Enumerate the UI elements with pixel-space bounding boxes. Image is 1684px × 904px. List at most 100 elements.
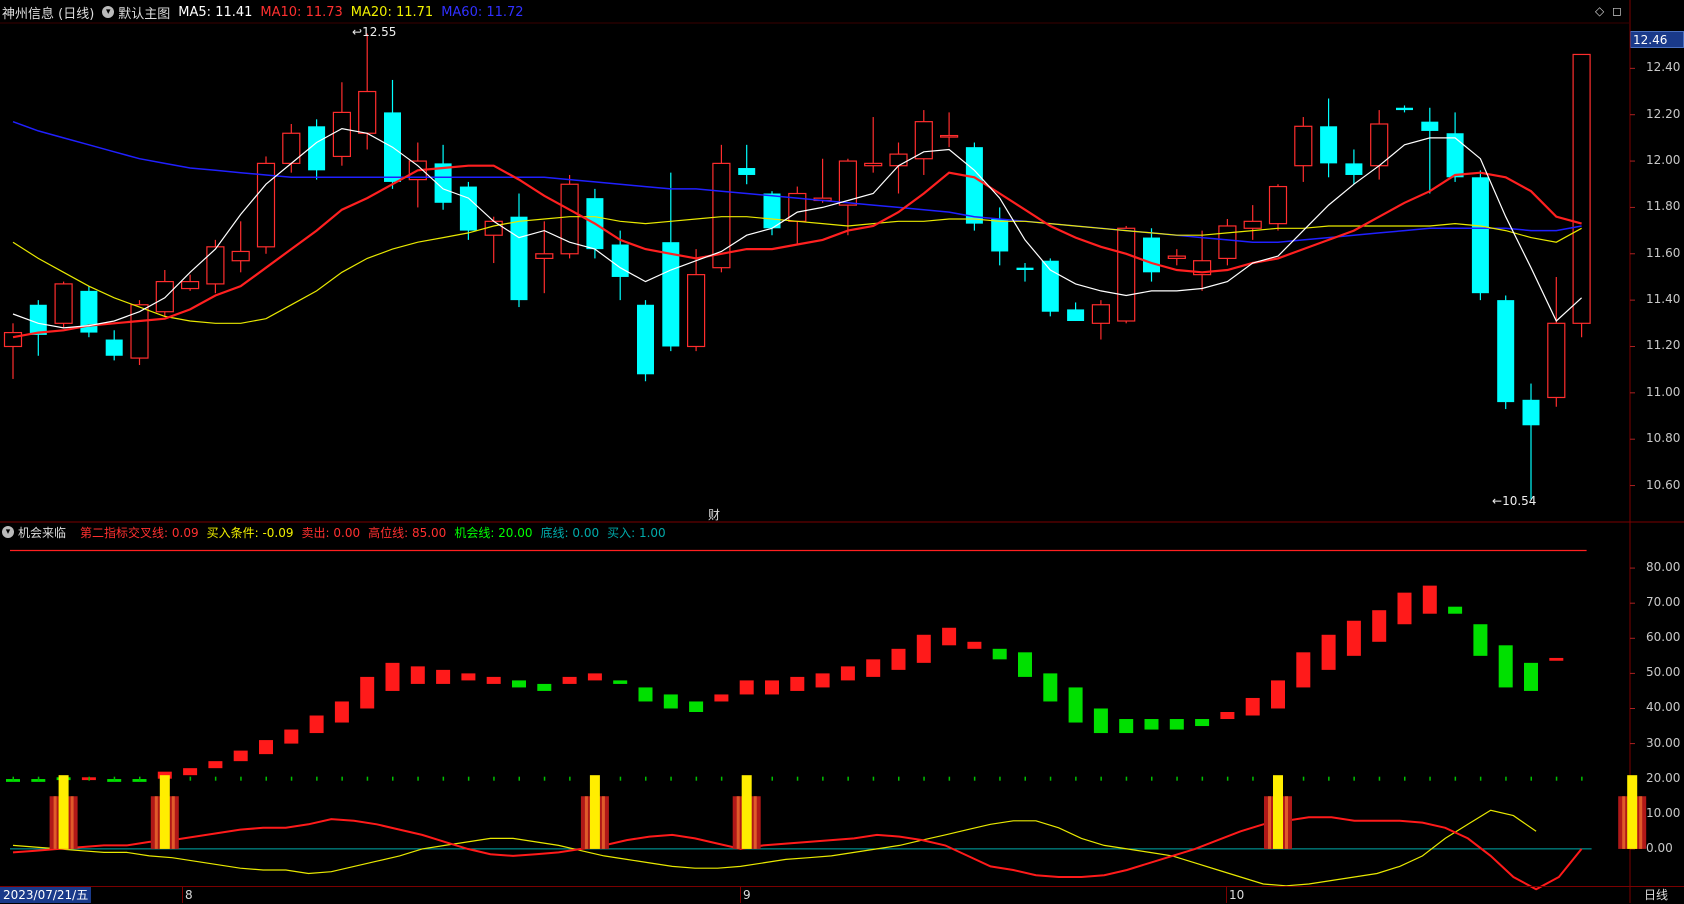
chance-line-dot	[366, 776, 369, 781]
low-marker-arrow: ←	[1492, 494, 1503, 508]
candle-body-up	[1268, 185, 1288, 225]
candle-body-up	[1091, 304, 1111, 324]
buy-signal-bar	[1273, 775, 1283, 849]
chart-canvas[interactable]	[0, 0, 1684, 903]
indicator-bar	[1119, 719, 1134, 734]
buy-signals	[49, 775, 1647, 849]
candle-body-down	[1320, 126, 1338, 164]
indicator-bar	[385, 662, 400, 691]
buy-signal-stripe	[70, 796, 74, 849]
buy-signal-stripe	[171, 796, 175, 849]
indicator-bar	[815, 673, 830, 688]
chance-line-dot	[518, 776, 520, 781]
candle-body-up	[155, 280, 174, 313]
indicator-bar	[1093, 708, 1108, 734]
candle-body-down	[1446, 133, 1464, 178]
buy-signal-stripe	[1268, 796, 1271, 849]
indicator-bar	[1448, 606, 1463, 614]
candle-body-down	[1016, 267, 1034, 270]
chance-line-dot	[1353, 776, 1355, 781]
candle-body-down	[308, 126, 326, 171]
chance-line-dot	[619, 776, 622, 781]
chance-line-dot	[1024, 776, 1026, 781]
indicator-bar	[436, 669, 451, 684]
chance-line-dot	[1328, 776, 1330, 781]
chance-line-dot	[1125, 776, 1128, 781]
indicator-bar	[992, 648, 1007, 660]
candle-body-up	[914, 121, 933, 160]
indicator-bar	[613, 680, 628, 684]
candle-body-up	[864, 162, 883, 167]
indicator-bar	[1043, 673, 1058, 702]
candle-body-up	[1294, 125, 1313, 167]
month-label-sep: 9	[740, 887, 751, 903]
chance-line-dot	[467, 776, 470, 781]
indicator-bar	[562, 676, 577, 684]
chance-line-dot	[417, 776, 419, 781]
indicator-bar	[1372, 610, 1387, 642]
candle-body-down	[738, 168, 756, 175]
buy-signal-stripe	[1639, 796, 1643, 849]
chance-line-dot	[214, 776, 217, 781]
chance-line-dot	[12, 776, 14, 781]
start-date-label: 2023/07/21/五	[0, 887, 92, 903]
indicator-bar	[461, 673, 476, 681]
candle-body-up	[1547, 322, 1566, 399]
indicator-bar	[486, 676, 501, 684]
chance-line-dot	[1075, 776, 1077, 781]
month-label-oct: 10	[1226, 887, 1244, 903]
indicator-bar	[259, 740, 273, 755]
chance-line-dot	[543, 776, 546, 781]
high-marker-arrow: ↩	[352, 25, 363, 39]
chance-line-dot	[796, 776, 799, 781]
chance-line-dot	[847, 776, 849, 781]
indicator-bar	[790, 676, 805, 691]
candle-body-down	[763, 193, 781, 229]
candle-body-up	[484, 220, 503, 236]
chance-line-dot	[189, 776, 192, 781]
candle-body-up	[181, 280, 200, 290]
buy-signal-bar	[1627, 775, 1638, 849]
indicator-bar	[1524, 662, 1538, 691]
buy-signal-stripe	[736, 796, 740, 849]
chance-line-dot	[1252, 776, 1254, 781]
indicator-bar	[967, 641, 982, 649]
candle-body-down	[1396, 107, 1413, 111]
indicator-bar	[1169, 719, 1184, 730]
chance-line-dot	[1226, 776, 1229, 781]
indicator-bar	[942, 627, 957, 646]
finance-icon[interactable]: 财	[708, 506, 720, 523]
indicator-bar	[714, 694, 729, 702]
buy-signal-bar	[58, 775, 69, 849]
indicator-bar	[663, 694, 678, 709]
chance-line-dot	[240, 776, 242, 781]
chance-line-dot	[1530, 776, 1532, 781]
chance-line-dot	[1151, 776, 1153, 781]
candle-body-up	[54, 283, 73, 324]
indicator-bar	[587, 673, 602, 681]
buy-signal-stripe	[154, 796, 158, 849]
candle-body-down	[1522, 399, 1540, 426]
candle-body-up	[332, 111, 351, 158]
chance-line-dot	[1049, 776, 1052, 781]
period-label[interactable]: 日线	[1644, 887, 1668, 903]
chance-line-dot	[139, 776, 141, 781]
chance-line-dot	[1429, 776, 1431, 781]
chance-line-dot	[1555, 776, 1558, 781]
chance-line-dot	[1505, 776, 1507, 781]
indicator-bar	[739, 680, 754, 695]
candle-body-down	[965, 147, 983, 224]
buy-condition-line	[12, 809, 1537, 887]
indicator-bar	[1473, 624, 1488, 656]
indicator-bar	[360, 676, 375, 709]
chance-line-dot	[1404, 776, 1406, 781]
candle-body-down	[637, 304, 654, 375]
chance-line-dot	[948, 776, 951, 781]
candle-body-down	[991, 219, 1009, 252]
chance-line-dot	[290, 776, 293, 781]
indicator-bar	[866, 659, 881, 677]
candle-body-up	[1167, 255, 1186, 260]
date-axis: 2023/07/21/五 8 9 10 日线	[0, 886, 1684, 904]
candle-body-up	[535, 253, 554, 260]
indicator-bar	[183, 768, 198, 776]
